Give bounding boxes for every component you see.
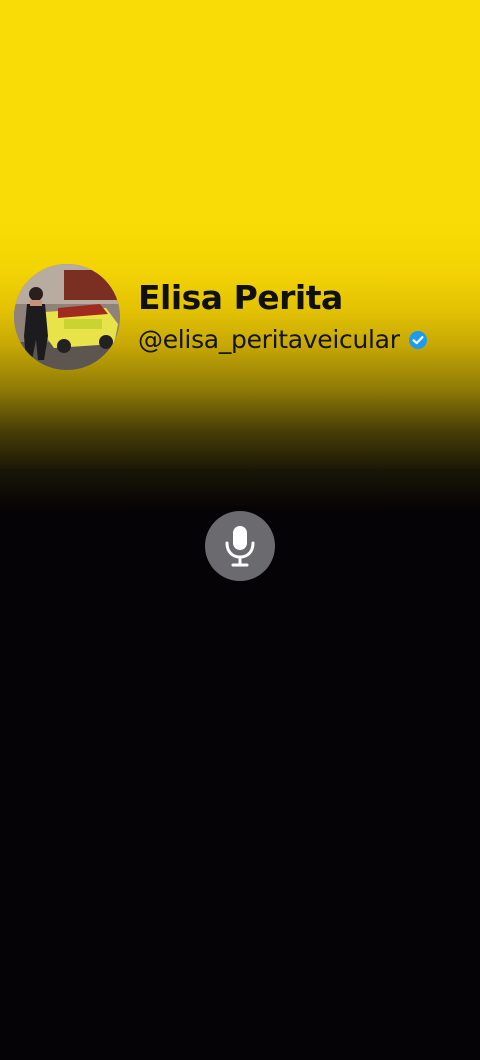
screen: Elisa Perita @elisa_peritaveicular [0,0,480,1060]
profile-header: Elisa Perita @elisa_peritaveicular [14,264,428,370]
background-gradient [0,0,480,520]
identity-block: Elisa Perita @elisa_peritaveicular [138,278,428,356]
handle-row: @elisa_peritaveicular [138,324,428,356]
profile-name[interactable]: Elisa Perita [138,278,428,318]
microphone-icon [225,526,255,567]
avatar-photo [14,264,120,370]
microphone-button[interactable] [205,511,275,581]
profile-handle[interactable]: @elisa_peritaveicular [138,324,400,356]
avatar[interactable] [14,264,120,370]
verified-badge-icon [408,330,428,350]
